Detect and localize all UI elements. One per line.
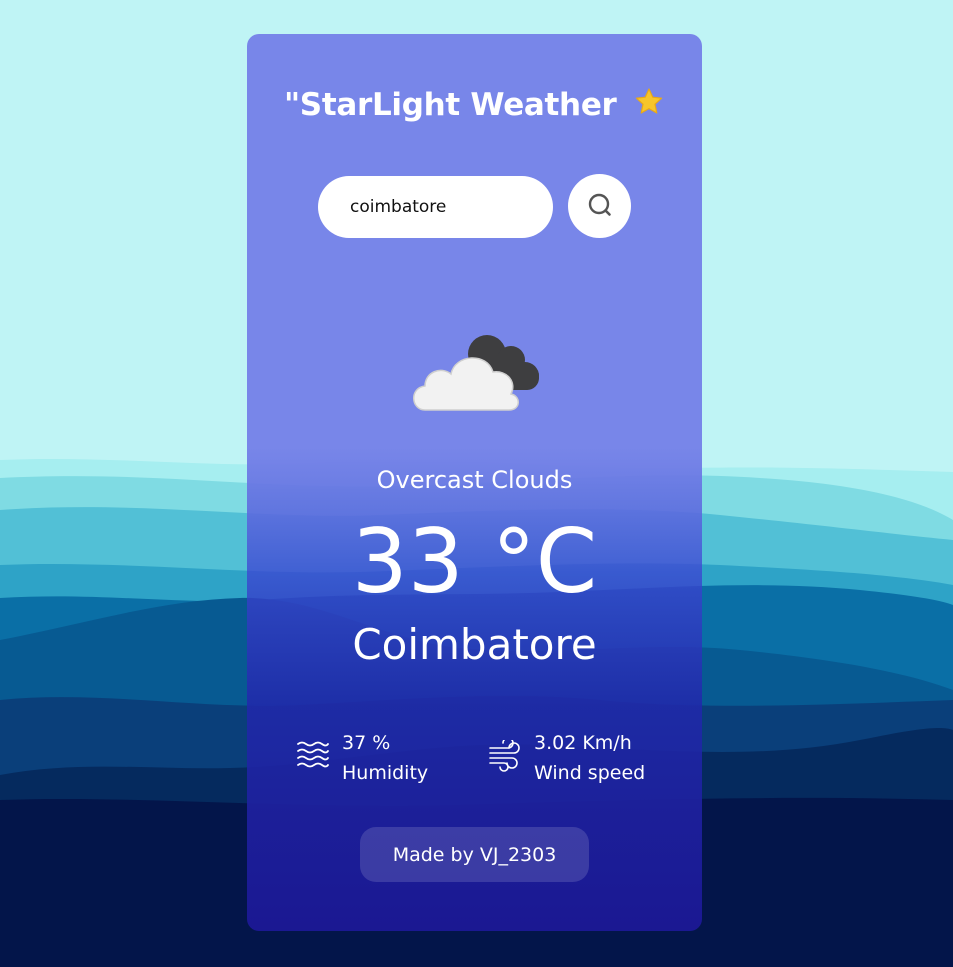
weather-condition: Overcast Clouds — [376, 466, 573, 494]
humidity-value: 37 % — [342, 732, 391, 754]
wind-label: Wind speed — [534, 762, 646, 784]
star-icon — [633, 86, 665, 126]
search-button[interactable] — [568, 174, 631, 238]
app-title-text: "StarLight Weather — [283, 87, 617, 123]
weather-card: "StarLight Weather coimbatore Overcast C… — [247, 34, 702, 931]
humidity-label: Humidity — [342, 762, 429, 784]
search-icon — [587, 192, 613, 221]
city-name: Coimbatore — [352, 620, 597, 669]
overcast-clouds-icon — [407, 324, 547, 424]
wind-value: 3.02 Km/h — [534, 732, 632, 754]
app-title: "StarLight Weather — [247, 86, 702, 126]
wind-icon — [488, 737, 522, 776]
temperature: 33 °C — [351, 510, 598, 613]
search-input[interactable] — [318, 176, 553, 238]
waves-icon — [296, 740, 330, 776]
credit-badge: Made by VJ_2303 — [360, 827, 589, 882]
